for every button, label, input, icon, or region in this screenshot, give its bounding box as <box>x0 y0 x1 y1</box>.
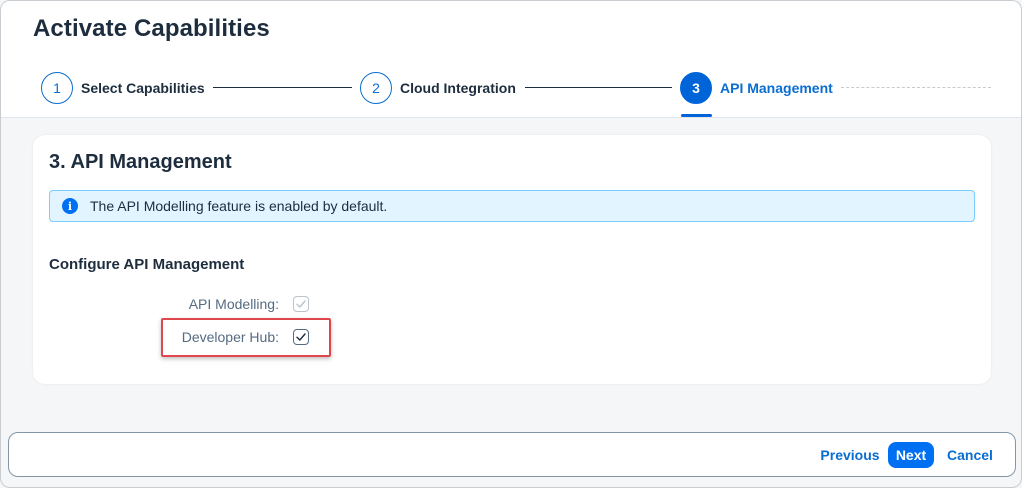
cancel-button[interactable]: Cancel <box>942 442 998 468</box>
info-icon: i <box>62 198 78 214</box>
step-number-circle: 2 <box>360 72 392 104</box>
step-api-management[interactable]: 3 API Management <box>680 71 833 105</box>
section-title: 3. API Management <box>49 151 232 173</box>
step-connector <box>213 87 352 88</box>
step-label: Select Capabilities <box>81 80 205 96</box>
step-label: Cloud Integration <box>400 80 516 96</box>
info-message-text: The API Modelling feature is enabled by … <box>90 198 388 214</box>
step-select-capabilities[interactable]: 1 Select Capabilities <box>41 71 205 105</box>
step-number-circle: 3 <box>680 72 712 104</box>
step-connector <box>525 87 672 88</box>
step-label: API Management <box>720 80 833 96</box>
api-modelling-label: API Modelling: <box>188 296 279 312</box>
api-modelling-checkbox <box>293 296 309 312</box>
active-step-indicator <box>681 114 712 117</box>
next-button[interactable]: Next <box>888 442 934 468</box>
configure-title: Configure API Management <box>49 256 245 273</box>
form-row-api-modelling: API Modelling: <box>49 293 309 315</box>
dialog-frame: Activate Capabilities 1 Select Capabilit… <box>0 0 1022 488</box>
step-cloud-integration[interactable]: 2 Cloud Integration <box>360 71 516 105</box>
step-content-card: 3. API Management i The API Modelling fe… <box>33 135 991 384</box>
wizard-footer: Previous Next Cancel <box>8 432 1016 477</box>
step-connector-remaining <box>841 87 991 88</box>
step-number-circle: 1 <box>41 72 73 104</box>
checkmark-icon <box>296 300 306 308</box>
page-title: Activate Capabilities <box>33 15 270 42</box>
info-message-strip: i The API Modelling feature is enabled b… <box>49 190 975 222</box>
highlight-annotation <box>161 318 331 357</box>
previous-button[interactable]: Previous <box>812 442 888 468</box>
wizard-header: Activate Capabilities 1 Select Capabilit… <box>1 1 1021 118</box>
